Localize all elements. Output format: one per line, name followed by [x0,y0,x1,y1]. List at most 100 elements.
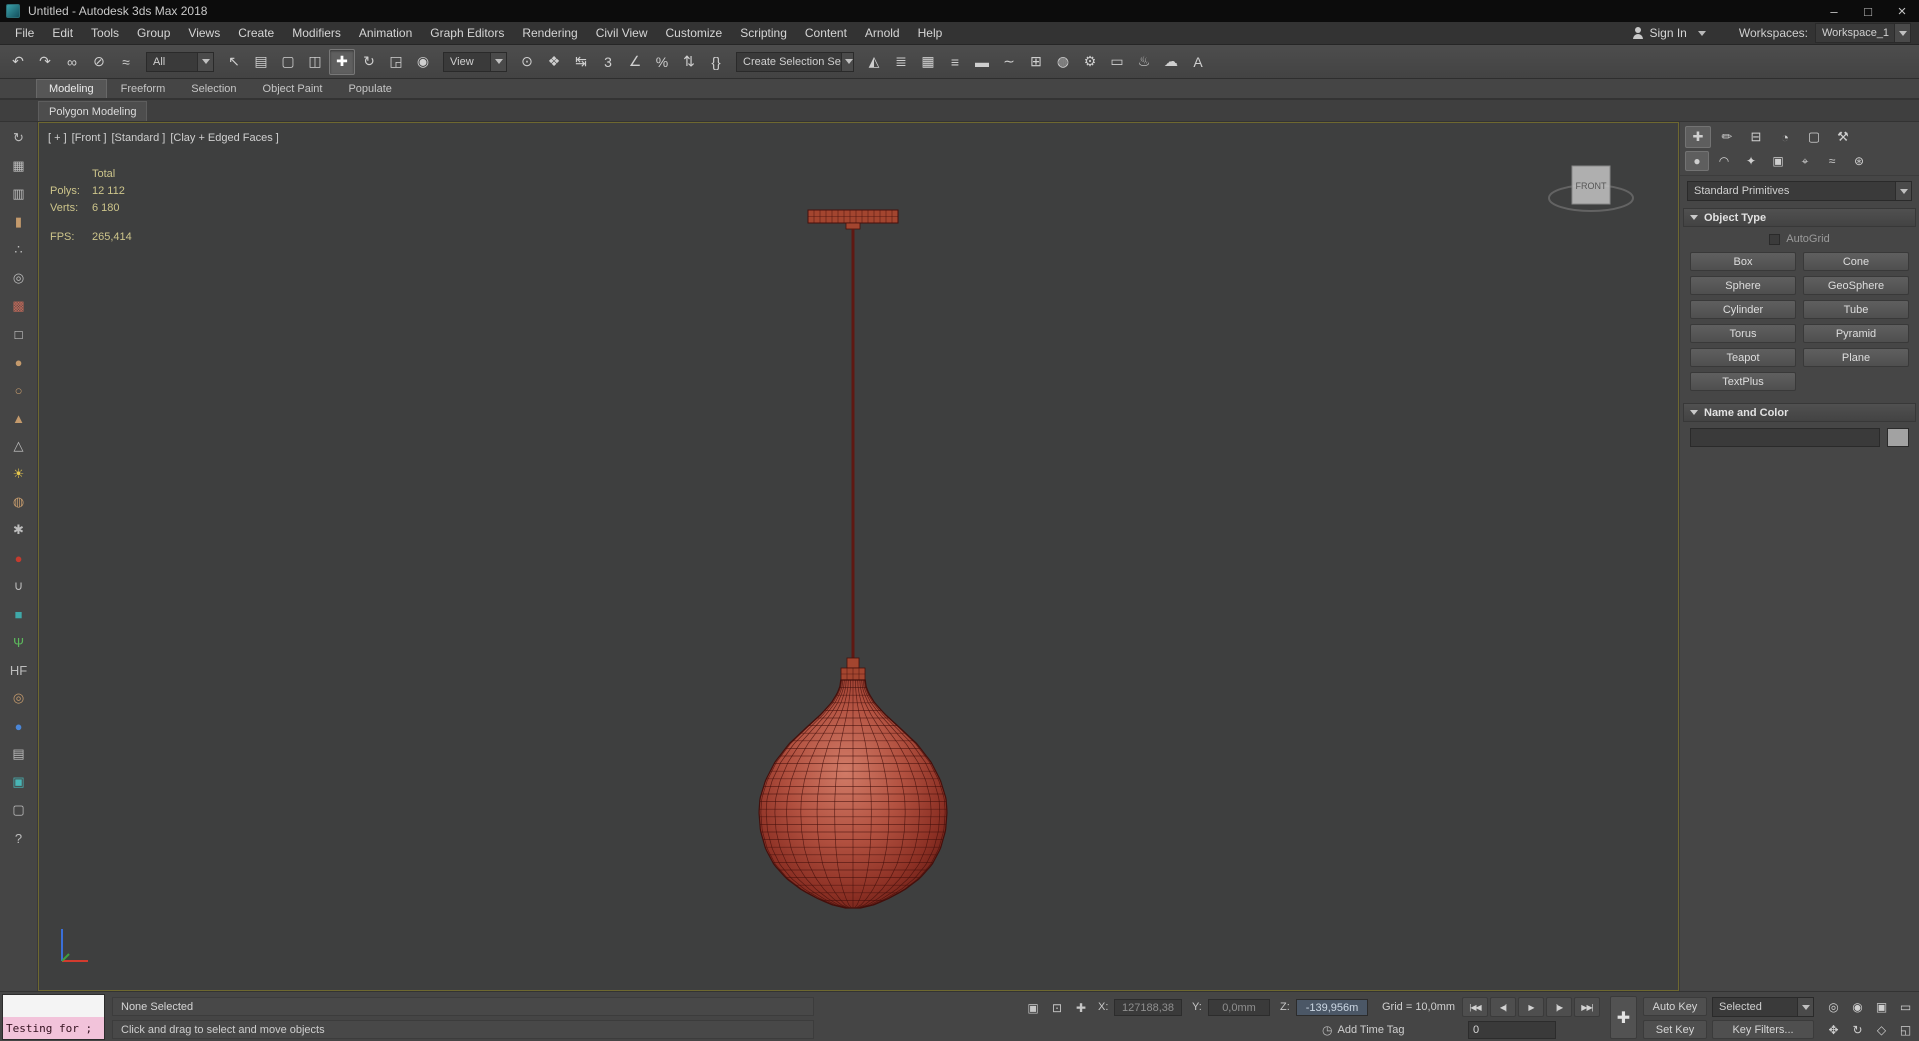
menu-item[interactable]: Rendering [513,23,586,43]
menu-item[interactable]: Help [909,23,952,43]
box-tool[interactable]: □ [7,324,31,344]
ribbon-tab-object-paint[interactable]: Object Paint [251,80,335,98]
cone-tool[interactable]: ▲ [7,408,31,428]
maxscript-mini-listener[interactable]: Testing for ; [2,994,105,1040]
spray-tool[interactable]: ∴ [7,240,31,260]
add-time-tag[interactable]: ◷ Add Time Tag [1322,1023,1405,1037]
lamp-3d-model[interactable] [38,122,1679,989]
current-frame-spinner[interactable] [1468,1021,1626,1039]
isolate-selection-toggle[interactable]: ▣ [1022,998,1044,1018]
rectangular-selection-region-button[interactable]: ▢ [275,49,301,75]
motion-tab[interactable]: ◔ [1772,126,1798,148]
menu-item[interactable]: Group [128,23,179,43]
object-type-button[interactable]: Tube [1803,300,1909,319]
layer-explorer-toggle-button[interactable]: ≡ [942,49,968,75]
plus-button[interactable]: ✚ [1610,996,1637,1039]
menu-item[interactable]: Tools [82,23,128,43]
material-editor-button[interactable]: ◍ [1050,49,1076,75]
field-of-view-button[interactable]: ◇ [1870,1020,1893,1040]
menu-item[interactable]: Graph Editors [421,23,513,43]
geosphere-tool[interactable]: ◍ [7,492,31,512]
modify-tab[interactable]: ✏ [1714,126,1740,148]
workspace-dropdown[interactable]: Workspace_1 [1815,23,1911,43]
go-to-end-button[interactable]: ▶▶| [1574,997,1600,1017]
menu-item[interactable]: Scripting [731,23,796,43]
menu-item[interactable]: Content [796,23,856,43]
close-button[interactable]: × [1885,0,1919,22]
schematic-view-button[interactable]: ⊞ [1023,49,1049,75]
foliage-tool[interactable]: Ψ [7,632,31,652]
bind-to-space-warp-button[interactable]: ≈ [113,49,139,75]
geometry-category[interactable]: ● [1685,151,1709,171]
object-type-button[interactable]: Sphere [1690,276,1796,295]
reference-coordinate-system-dropdown[interactable]: View [443,51,507,72]
percent-snap-toggle-button[interactable]: % [649,49,675,75]
snaps-toggle-button[interactable]: 3 [595,49,621,75]
select-and-place-button[interactable]: ◉ [410,49,436,75]
y-coordinate-field[interactable] [1208,999,1270,1016]
previous-frame-button[interactable]: ◀| [1490,997,1516,1017]
x-coordinate-field[interactable] [1114,999,1182,1016]
menu-item[interactable]: File [6,23,43,43]
object-type-button[interactable]: Box [1690,252,1796,271]
blue-sphere-tool[interactable]: ● [7,716,31,736]
object-name-input[interactable] [1690,428,1880,447]
zoom-extents-button[interactable]: ▣ [1870,997,1893,1017]
menu-item[interactable]: Edit [43,23,82,43]
grid-tool[interactable]: ▦ [7,156,31,176]
select-and-move-button[interactable]: ✚ [329,48,355,75]
menu-item[interactable]: Arnold [856,23,909,43]
ribbon-tab-modeling[interactable]: Modeling [36,79,107,98]
edit-named-selection-sets-button[interactable]: {} [703,49,729,75]
primitives-category-dropdown[interactable]: Standard Primitives [1687,181,1912,201]
view-rotate-tool[interactable]: ↻ [7,128,31,148]
auto-key-button[interactable]: Auto Key [1643,997,1707,1016]
ribbon-tab-freeform[interactable]: Freeform [109,80,178,98]
space-warps-category[interactable]: ≈ [1820,151,1844,171]
menu-item[interactable]: Modifiers [283,23,350,43]
listener-line[interactable]: Testing for ; [3,1017,104,1039]
utilities-tab[interactable]: ⚒ [1830,126,1856,148]
object-type-button[interactable]: Cone [1803,252,1909,271]
set-key-button[interactable]: Set Key [1643,1020,1707,1039]
next-frame-button[interactable]: |▶ [1546,997,1572,1017]
particles-tool[interactable]: ✱ [7,520,31,540]
chevron-down-icon[interactable] [1697,30,1706,36]
systems-category[interactable]: ⊛ [1847,151,1871,171]
ribbon-tab-selection[interactable]: Selection [179,80,248,98]
sphere-tool[interactable]: ● [7,352,31,372]
object-color-swatch[interactable] [1887,428,1909,447]
select-and-rotate-button[interactable]: ↻ [356,49,382,75]
menu-item[interactable]: Create [229,23,283,43]
align-button[interactable]: ≣ [888,49,914,75]
spinner-snap-toggle-button[interactable]: ⇅ [676,49,702,75]
helpers-category[interactable]: ⌖ [1793,151,1817,171]
minimize-button[interactable]: – [1817,0,1851,22]
cylinder-tool[interactable]: ▮ [7,212,31,232]
scene-explorer-toggle-button[interactable]: ▦ [915,49,941,75]
go-to-start-button[interactable]: |◀◀ [1462,997,1488,1017]
menu-item[interactable]: Animation [350,23,421,43]
select-object-button[interactable]: ↖ [221,49,247,75]
viewport-label-segment[interactable]: [Front ] [72,132,107,144]
named-selection-sets-dropdown[interactable]: Create Selection Se [736,51,854,72]
object-type-rollout-header[interactable]: Object Type [1683,208,1916,227]
zoom-region-button[interactable]: ▭ [1894,997,1917,1017]
selection-lock-toggle[interactable]: ⊡ [1046,998,1068,1018]
viewport-front[interactable]: [ + ] [Front ] [Standard ] [Clay + Edged Fa… [38,122,1679,991]
menu-item[interactable]: Views [179,23,229,43]
absolute-offset-mode-toggle[interactable]: ✚ [1070,998,1092,1018]
teal-cube-tool[interactable]: ■ [7,604,31,624]
object-type-button[interactable]: Teapot [1690,348,1796,367]
object-type-button[interactable]: Pyramid [1803,324,1909,343]
orbit-button[interactable]: ↻ [1846,1020,1869,1040]
hf-tool[interactable]: HF [7,660,31,680]
angle-snap-toggle-button[interactable]: ∠ [622,49,648,75]
display-tab[interactable]: ▢ [1801,126,1827,148]
select-and-link-button[interactable]: ∞ [59,49,85,75]
curve-editor-button[interactable]: ∼ [996,49,1022,75]
clipboard-tool[interactable]: ▤ [7,744,31,764]
maximize-viewport-toggle[interactable]: ◱ [1894,1020,1917,1040]
render-production-button[interactable]: ♨ [1131,49,1157,75]
polygon-modeling-tab[interactable]: Polygon Modeling [38,101,148,121]
